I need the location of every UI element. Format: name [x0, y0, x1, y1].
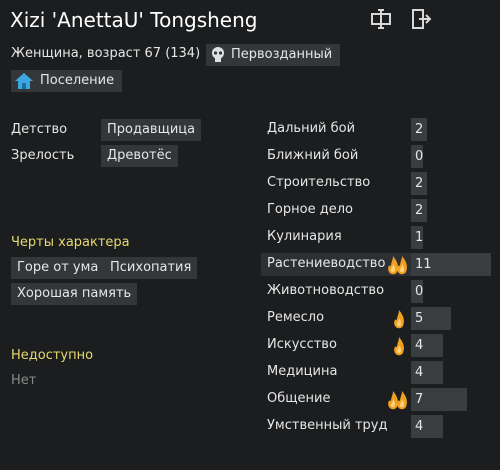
skill-name: Горное дело [267, 202, 353, 217]
trait-chip[interactable]: Горе от ума [11, 257, 105, 279]
skill-row[interactable]: Общение 7 [261, 388, 491, 411]
skill-level: 2 [415, 203, 424, 218]
skill-level: 0 [415, 284, 424, 299]
skill-row[interactable]: Искусство 4 [261, 334, 491, 357]
skill-row[interactable]: Ближний бой 0 [261, 145, 491, 168]
childhood-label: Детство [11, 122, 68, 137]
incapable-value: Нет [11, 373, 37, 388]
skill-row[interactable]: Ремесло 5 [261, 307, 491, 330]
skill-name: Ближний бой [267, 148, 359, 163]
skill-row[interactable]: Умственный труд 4 [261, 415, 491, 438]
skill-row[interactable]: Животноводство 0 [261, 280, 491, 303]
minor-passion-flame-icon [393, 335, 405, 361]
skill-level: 1 [415, 230, 424, 245]
skill-name: Общение [267, 391, 331, 406]
skill-row[interactable]: Кулинария 1 [261, 226, 491, 249]
skill-row[interactable]: Дальний бой 2 [261, 118, 491, 141]
rename-icon[interactable] [368, 6, 394, 32]
childhood-backstory[interactable]: Продавщица [101, 119, 202, 141]
trait-chip[interactable]: Психопатия [104, 257, 198, 279]
skill-row[interactable]: Растениеводство 11 [261, 253, 491, 276]
skull-icon [212, 47, 224, 62]
skill-level: 4 [415, 338, 424, 353]
skill-level: 7 [415, 392, 424, 407]
major-passion-flame-icon [387, 254, 409, 280]
traits-heading: Черты характера [11, 235, 130, 250]
skill-name: Растениеводство [267, 256, 386, 271]
settlement-badge[interactable]: Поселение [11, 70, 123, 92]
major-passion-flame-icon [387, 389, 409, 415]
skill-name: Ремесло [267, 310, 325, 325]
skill-name: Умственный труд [267, 418, 388, 433]
exit-icon[interactable] [408, 6, 434, 32]
skill-row[interactable]: Медицина 4 [261, 361, 491, 384]
skill-name: Медицина [267, 364, 338, 379]
home-icon [15, 73, 33, 89]
skill-level: 2 [415, 122, 424, 137]
skill-name: Искусство [267, 337, 337, 352]
skill-level: 2 [415, 176, 424, 191]
skill-name: Животноводство [267, 283, 385, 298]
faction-badge[interactable]: Первозданный [206, 44, 341, 66]
gender-age: Женщина, возраст 67 (134) [11, 46, 201, 61]
skill-name: Строительство [267, 175, 371, 190]
adulthood-label: Зрелость [11, 148, 75, 163]
skill-name: Дальний бой [267, 121, 356, 136]
incapable-heading: Недоступно [11, 348, 94, 363]
skill-level: 0 [415, 149, 424, 164]
trait-chip[interactable]: Хорошая память [11, 283, 138, 305]
skill-level: 11 [415, 257, 432, 272]
skill-level: 4 [415, 419, 424, 434]
minor-passion-flame-icon [393, 308, 405, 334]
settlement-label: Поселение [40, 73, 115, 88]
skill-level: 4 [415, 365, 424, 380]
skill-name: Кулинария [267, 229, 342, 244]
skill-row[interactable]: Горное дело 2 [261, 199, 491, 222]
faction-label: Первозданный [231, 47, 333, 62]
pawn-name: Xizi 'AnettaU' Tongsheng [10, 8, 258, 32]
skill-level: 5 [415, 311, 424, 326]
skill-row[interactable]: Строительство 2 [261, 172, 491, 195]
adulthood-backstory[interactable]: Древотёс [101, 145, 178, 167]
